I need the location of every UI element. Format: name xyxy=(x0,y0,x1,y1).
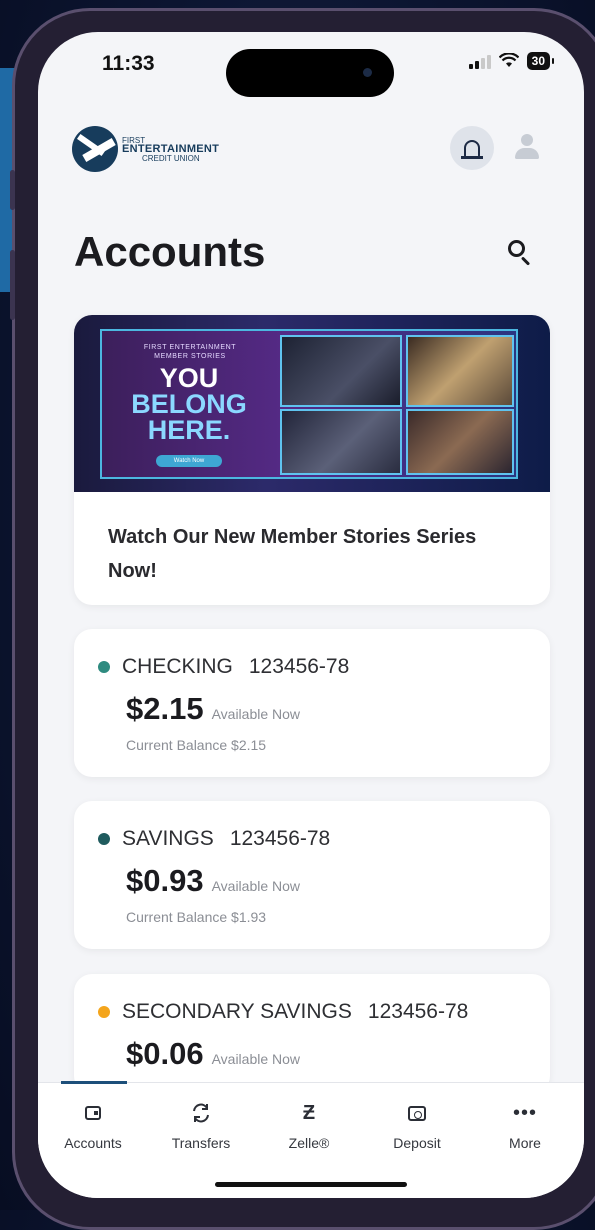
camera-icon xyxy=(408,1105,426,1121)
account-card-savings[interactable]: SAVINGS 123456-78 $0.93 Available Now Cu… xyxy=(74,801,550,949)
account-name: SAVINGS xyxy=(122,827,214,850)
promo-card[interactable]: FIRST ENTERTAINMENT MEMBER STORIES YOU B… xyxy=(74,315,550,605)
available-label: Available Now xyxy=(211,878,301,894)
promo-kicker: FIRST ENTERTAINMENT MEMBER STORIES xyxy=(143,344,237,360)
available-label: Available Now xyxy=(211,706,301,722)
tab-label: Transfers xyxy=(171,1135,231,1151)
current-balance: Current Balance $2.15 xyxy=(126,737,267,753)
promo-watch-button[interactable]: Watch Now xyxy=(156,455,222,467)
promo-headline: YOU BELONG HERE. xyxy=(124,363,254,445)
logo-text-main: ENTERTAINMENT xyxy=(122,142,220,155)
account-card-secondary-savings[interactable]: SECONDARY SAVINGS 123456-78 $0.06 Availa… xyxy=(74,974,550,1094)
tab-transfers[interactable]: Transfers xyxy=(156,1101,246,1151)
account-status-dot xyxy=(98,1006,110,1018)
tab-more[interactable]: ••• More xyxy=(480,1101,570,1152)
account-number: 123456-78 xyxy=(229,827,331,850)
active-tab-indicator xyxy=(61,1081,127,1084)
available-amount: $2.15 xyxy=(126,691,204,726)
available-amount: $0.93 xyxy=(126,863,204,898)
page-title: Accounts xyxy=(74,228,266,275)
current-balance: Current Balance $1.93 xyxy=(126,909,267,925)
credit-union-logo: FIRST ENTERTAINMENT CREDIT UNION xyxy=(72,126,219,172)
account-name: SECONDARY SAVINGS xyxy=(122,1000,352,1023)
tab-label: More xyxy=(509,1135,541,1151)
account-number: 123456-78 xyxy=(367,1000,469,1023)
account-name: CHECKING xyxy=(122,655,233,678)
promo-text: Watch Our New Member Stories Series Now! xyxy=(108,526,477,582)
phone-side-button xyxy=(10,170,15,210)
account-status-dot xyxy=(98,833,110,845)
tab-accounts[interactable]: Accounts xyxy=(48,1101,138,1151)
home-indicator xyxy=(215,1182,407,1187)
dynamic-island xyxy=(226,49,394,97)
phone-side-button xyxy=(10,250,15,320)
promo-headline-line-1: YOU xyxy=(159,363,219,393)
bottom-tab-bar: Accounts Transfers Ƶ Zelle® Deposit ••• … xyxy=(38,1081,584,1198)
promo-photo xyxy=(280,335,402,407)
profile-icon[interactable] xyxy=(512,132,542,162)
wallet-icon xyxy=(85,1106,101,1120)
promo-headline-line-2: BELONG xyxy=(131,389,247,419)
account-card-checking[interactable]: CHECKING 123456-78 $2.15 Available Now C… xyxy=(74,629,550,777)
account-number: 123456-78 xyxy=(248,655,350,678)
status-time: 11:33 xyxy=(102,52,155,75)
zelle-icon: Ƶ xyxy=(302,1101,316,1124)
account-status-dot xyxy=(98,661,110,673)
transfers-icon xyxy=(156,1101,246,1125)
logo-text-sub: CREDIT UNION xyxy=(142,153,200,163)
available-label: Available Now xyxy=(211,1051,301,1067)
promo-banner[interactable]: FIRST ENTERTAINMENT MEMBER STORIES YOU B… xyxy=(74,315,550,492)
notifications-button[interactable] xyxy=(450,126,494,170)
search-icon[interactable] xyxy=(508,240,534,266)
available-amount: $0.06 xyxy=(126,1036,204,1071)
tab-zelle[interactable]: Ƶ Zelle® xyxy=(264,1101,354,1152)
app-screen: 11:33 30 FIRST ENTERTAINMENT CREDIT UNIO… xyxy=(38,32,584,1198)
app-header: FIRST ENTERTAINMENT CREDIT UNION xyxy=(38,112,584,182)
wifi-icon xyxy=(498,51,519,70)
battery-icon: 30 xyxy=(526,52,555,70)
tab-deposit[interactable]: Deposit xyxy=(372,1101,462,1151)
camera-dot xyxy=(363,68,372,77)
promo-photo xyxy=(406,409,514,475)
status-bar: 11:33 30 xyxy=(38,32,584,97)
tab-label: Accounts xyxy=(64,1135,122,1151)
bell-icon xyxy=(461,139,483,159)
status-icons: 30 xyxy=(468,51,555,70)
signal-icon xyxy=(468,53,491,69)
more-icon: ••• xyxy=(512,1101,537,1124)
promo-banner-frame: FIRST ENTERTAINMENT MEMBER STORIES YOU B… xyxy=(100,329,518,479)
promo-photo xyxy=(406,335,514,407)
tab-label: Zelle® xyxy=(288,1135,330,1151)
promo-photo xyxy=(280,409,402,475)
logo-icon xyxy=(72,126,118,172)
tab-label: Deposit xyxy=(393,1135,441,1151)
promo-headline-line-3: HERE. xyxy=(147,415,231,445)
